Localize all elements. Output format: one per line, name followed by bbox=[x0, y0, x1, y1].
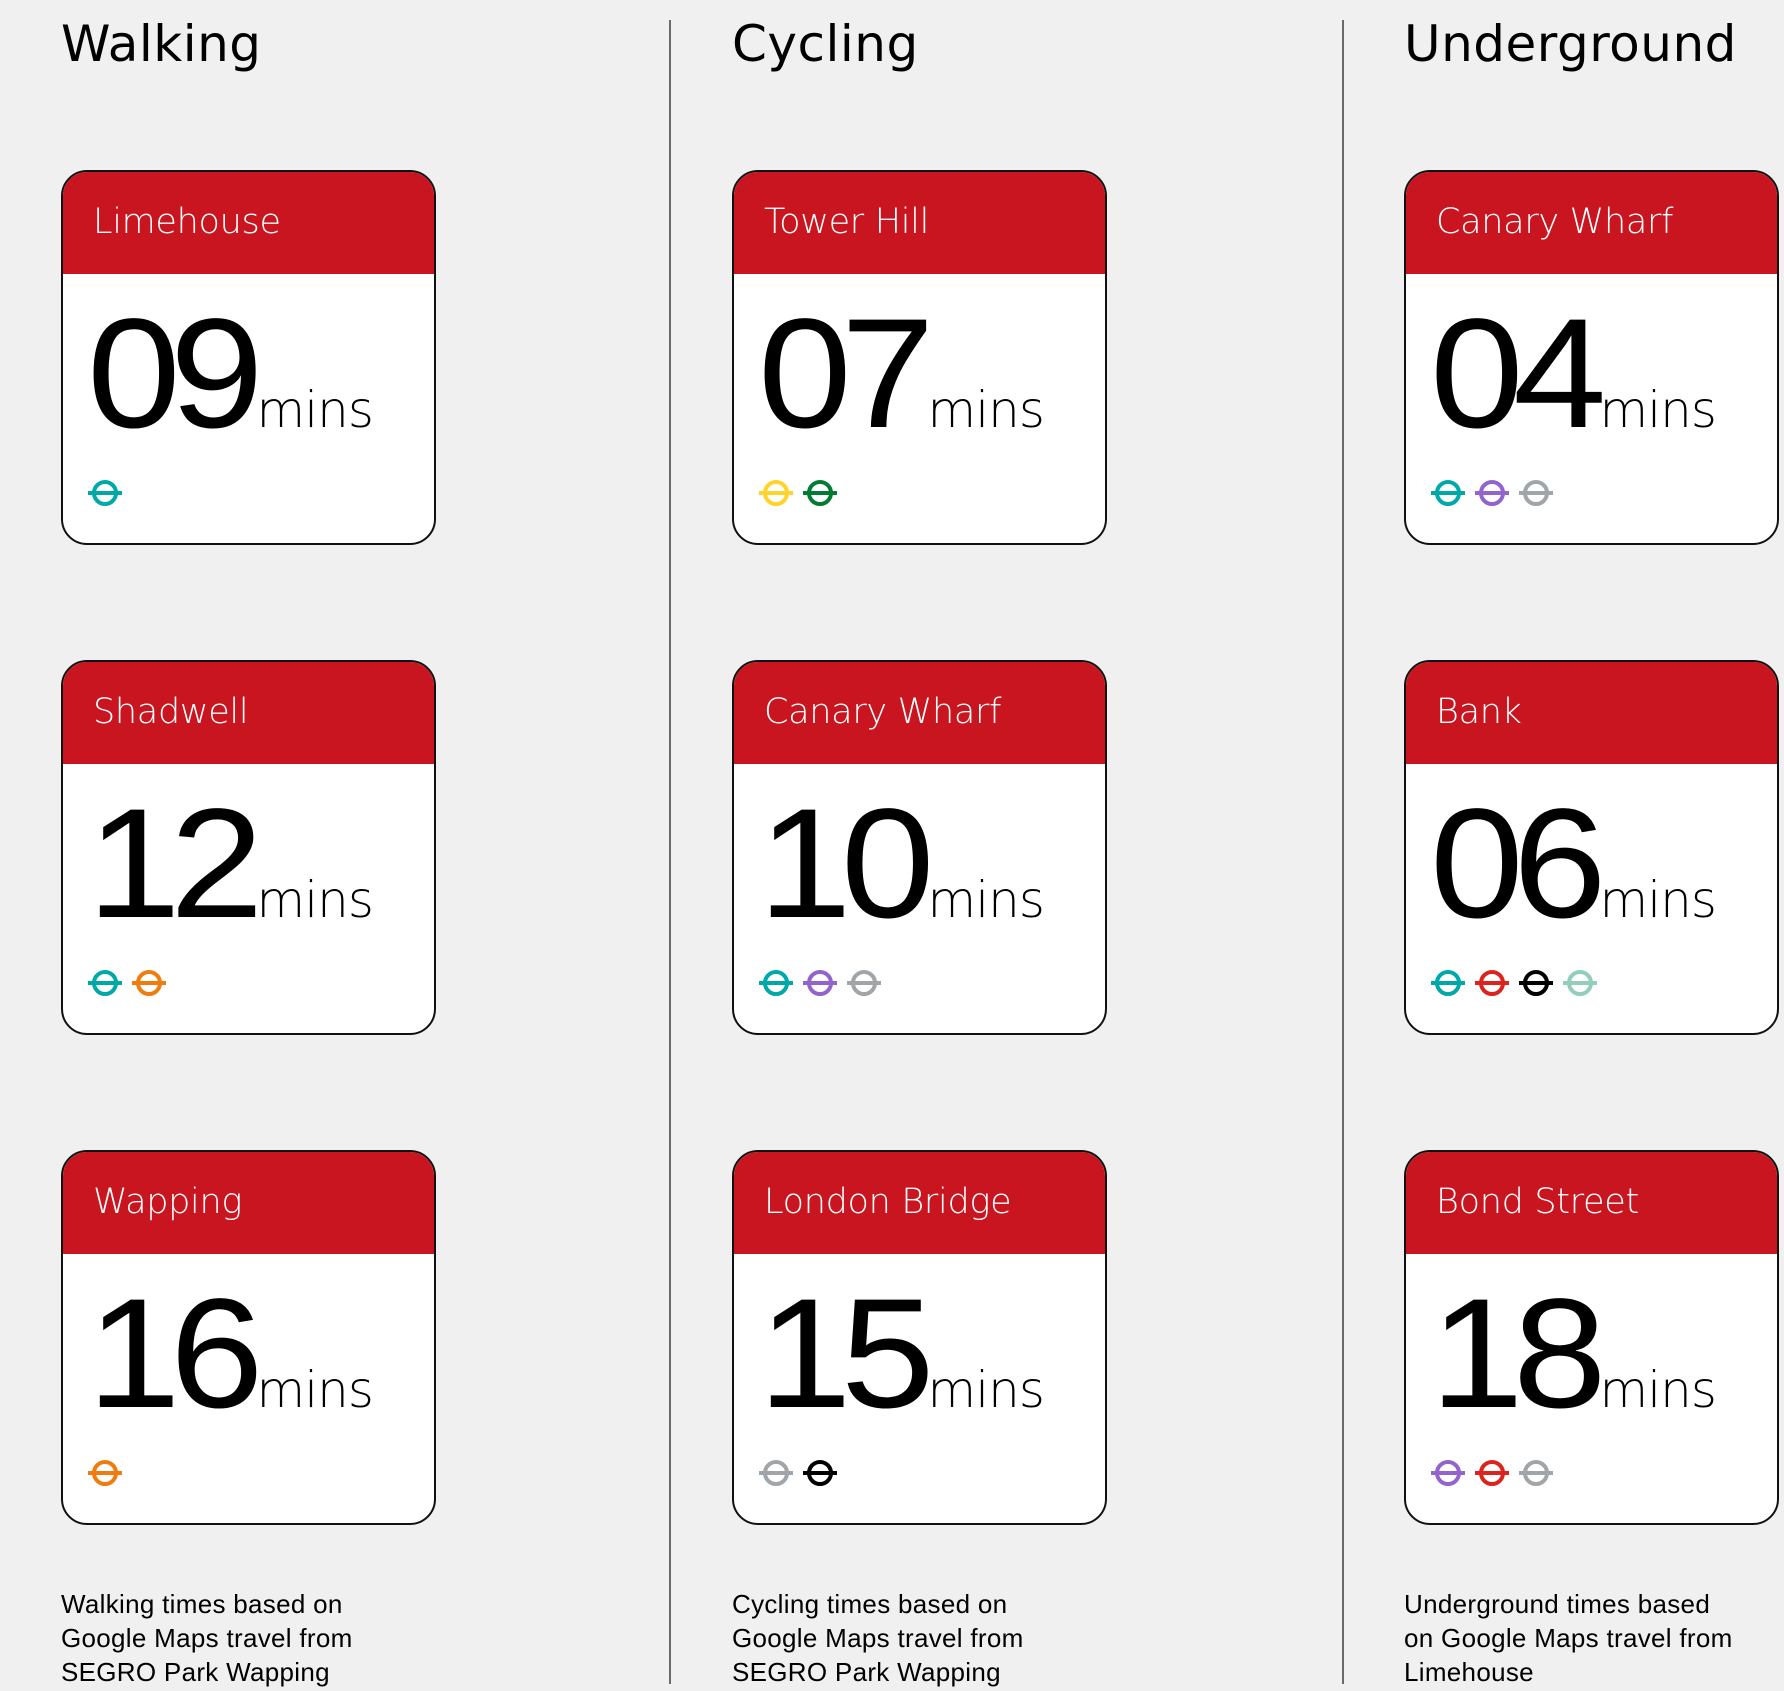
journey-time: 06 mins bbox=[1430, 777, 1717, 951]
line-roundels bbox=[87, 1458, 123, 1488]
footnote: Cycling times based on Google Maps trave… bbox=[732, 1587, 1102, 1689]
roundel-icon bbox=[759, 1460, 793, 1486]
roundel-icon bbox=[1475, 970, 1509, 996]
journey-time: 16 mins bbox=[87, 1267, 374, 1441]
minutes-value: 07 bbox=[758, 287, 935, 461]
column-title: Underground bbox=[1404, 15, 1737, 73]
column-title: Walking bbox=[61, 15, 262, 73]
line-roundels bbox=[758, 478, 838, 508]
minutes-value: 16 bbox=[87, 1267, 264, 1441]
roundel-icon bbox=[132, 970, 166, 996]
roundel-icon bbox=[1519, 480, 1553, 506]
journey-card: London Bridge 15 mins bbox=[732, 1150, 1107, 1525]
footnote: Underground times based on Google Maps t… bbox=[1404, 1587, 1774, 1689]
footnote-line: Google Maps travel from bbox=[732, 1623, 1024, 1653]
journey-time: 12 mins bbox=[87, 777, 374, 951]
line-roundels bbox=[758, 1458, 838, 1488]
roundel-icon bbox=[1519, 970, 1553, 996]
line-roundels bbox=[1430, 478, 1554, 508]
minutes-unit: mins bbox=[927, 381, 1045, 439]
line-roundels bbox=[1430, 968, 1598, 998]
line-roundels bbox=[1430, 1458, 1554, 1488]
line-roundels bbox=[758, 968, 882, 998]
column-divider bbox=[1342, 20, 1344, 1684]
roundel-icon bbox=[1475, 480, 1509, 506]
column-walking: Walking Limehouse 09 mins Shadwell 12 mi… bbox=[61, 0, 501, 1691]
footnote: Walking times based on Google Maps trave… bbox=[61, 1587, 431, 1689]
station-name: Wapping bbox=[63, 1152, 434, 1254]
minutes-unit: mins bbox=[1599, 871, 1717, 929]
journey-card: Limehouse 09 mins bbox=[61, 170, 436, 545]
footnote-line: Google Maps travel from bbox=[61, 1623, 353, 1653]
station-name: Canary Wharf bbox=[1406, 172, 1777, 274]
journey-card: Canary Wharf 04 mins bbox=[1404, 170, 1779, 545]
minutes-unit: mins bbox=[256, 1361, 374, 1419]
journey-card: Canary Wharf 10 mins bbox=[732, 660, 1107, 1035]
roundel-icon bbox=[88, 970, 122, 996]
minutes-unit: mins bbox=[1599, 381, 1717, 439]
roundel-icon bbox=[803, 480, 837, 506]
minutes-value: 10 bbox=[758, 777, 935, 951]
minutes-unit: mins bbox=[927, 871, 1045, 929]
roundel-icon bbox=[1431, 480, 1465, 506]
minutes-unit: mins bbox=[1599, 1361, 1717, 1419]
roundel-icon bbox=[803, 1460, 837, 1486]
roundel-icon bbox=[803, 970, 837, 996]
station-name: Limehouse bbox=[63, 172, 434, 274]
minutes-unit: mins bbox=[256, 381, 374, 439]
roundel-icon bbox=[88, 480, 122, 506]
journey-time: 18 mins bbox=[1430, 1267, 1717, 1441]
column-divider bbox=[669, 20, 671, 1684]
line-roundels bbox=[87, 478, 123, 508]
footnote-line: SEGRO Park Wapping bbox=[61, 1657, 330, 1687]
column-underground: Underground Canary Wharf 04 mins Bank 06… bbox=[1404, 0, 1784, 1691]
station-name: Shadwell bbox=[63, 662, 434, 764]
roundel-icon bbox=[847, 970, 881, 996]
station-name: Bond Street bbox=[1406, 1152, 1777, 1254]
footnote-line: Underground times based bbox=[1404, 1589, 1711, 1619]
minutes-value: 15 bbox=[758, 1267, 935, 1441]
journey-card: Bank 06 mins bbox=[1404, 660, 1779, 1035]
minutes-value: 18 bbox=[1430, 1267, 1607, 1441]
footnote-line: on Google Maps travel from bbox=[1404, 1623, 1733, 1653]
roundel-icon bbox=[1431, 1460, 1465, 1486]
roundel-icon bbox=[759, 480, 793, 506]
journey-time: 10 mins bbox=[758, 777, 1045, 951]
journey-time: 04 mins bbox=[1430, 287, 1717, 461]
station-name: London Bridge bbox=[734, 1152, 1105, 1254]
column-cycling: Cycling Tower Hill 07 mins Canary Wharf … bbox=[732, 0, 1172, 1691]
line-roundels bbox=[87, 968, 167, 998]
roundel-icon bbox=[1475, 1460, 1509, 1486]
footnote-line: SEGRO Park Wapping bbox=[732, 1657, 1001, 1687]
roundel-icon bbox=[1563, 970, 1597, 996]
roundel-icon bbox=[759, 970, 793, 996]
minutes-value: 12 bbox=[87, 777, 264, 951]
footnote-line: Cycling times based on bbox=[732, 1589, 1008, 1619]
footnote-line: Walking times based on bbox=[61, 1589, 343, 1619]
minutes-unit: mins bbox=[927, 1361, 1045, 1419]
minutes-value: 04 bbox=[1430, 287, 1607, 461]
journey-card: Tower Hill 07 mins bbox=[732, 170, 1107, 545]
column-title: Cycling bbox=[732, 15, 919, 73]
minutes-value: 06 bbox=[1430, 777, 1607, 951]
journey-time: 15 mins bbox=[758, 1267, 1045, 1441]
minutes-value: 09 bbox=[87, 287, 264, 461]
roundel-icon bbox=[1431, 970, 1465, 996]
minutes-unit: mins bbox=[256, 871, 374, 929]
station-name: Bank bbox=[1406, 662, 1777, 764]
journey-time: 07 mins bbox=[758, 287, 1045, 461]
station-name: Tower Hill bbox=[734, 172, 1105, 274]
roundel-icon bbox=[1519, 1460, 1553, 1486]
roundel-icon bbox=[88, 1460, 122, 1486]
footnote-line: Limehouse bbox=[1404, 1657, 1534, 1687]
journey-card: Bond Street 18 mins bbox=[1404, 1150, 1779, 1525]
journey-card: Shadwell 12 mins bbox=[61, 660, 436, 1035]
journey-card: Wapping 16 mins bbox=[61, 1150, 436, 1525]
journey-time: 09 mins bbox=[87, 287, 374, 461]
station-name: Canary Wharf bbox=[734, 662, 1105, 764]
